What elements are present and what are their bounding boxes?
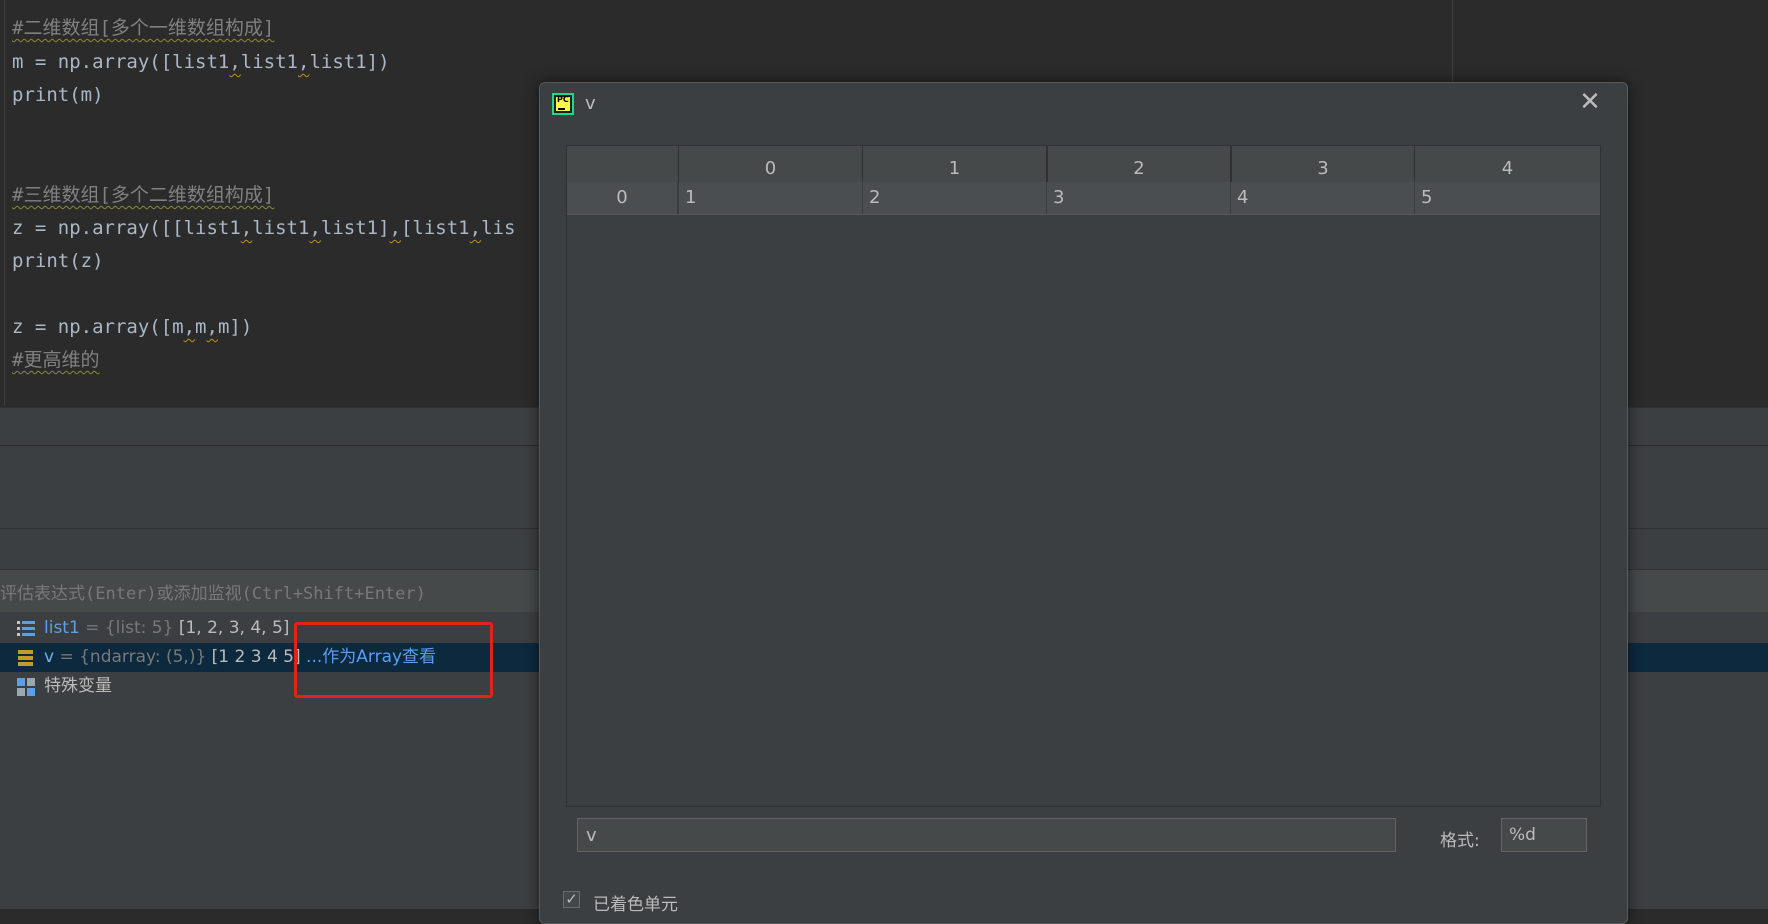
column-header[interactable]: 4 [1414, 146, 1600, 182]
code-line-1[interactable]: #二维数组[多个一维数组构成] [12, 15, 274, 41]
special-vars-icon [17, 678, 35, 696]
code-line-8[interactable]: #更高维的 [12, 347, 99, 373]
code-token: , [389, 217, 401, 239]
code-line-6[interactable]: print(z) [12, 248, 104, 274]
row-header[interactable]: 0 [567, 182, 678, 214]
table-cell[interactable]: 4 [1230, 182, 1414, 214]
column-header[interactable]: 0 [678, 146, 862, 182]
code-token: , [206, 316, 218, 338]
code-token: [list1 [400, 217, 470, 239]
code-token: print(m) [12, 84, 104, 106]
code-token: z = np.array([[list1 [12, 217, 241, 239]
variable-name: list1 [44, 618, 80, 638]
column-header[interactable]: 2 [1046, 146, 1230, 182]
code-token: list1 [252, 217, 310, 239]
code-token: list1] [320, 217, 390, 239]
code-line-3[interactable]: print(m) [12, 82, 104, 108]
ndarray-icon [18, 650, 33, 666]
column-header-row: 0 1 2 3 4 [567, 146, 1600, 183]
editor-gutter-line [4, 0, 5, 405]
table-cell[interactable]: 5 [1414, 182, 1600, 214]
code-token: print(z) [12, 250, 104, 272]
code-token: #更高维的 [12, 349, 100, 371]
slice-expression-input[interactable] [577, 818, 1396, 852]
format-label: 格式: [1440, 831, 1480, 851]
table-row[interactable]: 0 1 2 3 4 5 [567, 182, 1600, 215]
code-token: m]) [217, 316, 253, 338]
code-token: list1]) [309, 51, 390, 73]
table-cell[interactable]: 2 [862, 182, 1046, 214]
code-line-7[interactable]: z = np.array([m,m,m]) [12, 314, 252, 340]
column-header[interactable]: 1 [862, 146, 1046, 182]
code-token: , [298, 51, 310, 73]
code-token: list1 [240, 51, 298, 73]
list-icon [17, 621, 35, 636]
code-token: m [195, 316, 207, 338]
code-line-5[interactable]: z = np.array([[list1,list1,list1],[list1… [12, 215, 515, 241]
code-token: lis [481, 217, 516, 239]
code-token: #三维数组[多个二维数组构成] [12, 184, 275, 206]
colored-cells-label: 已着色单元 [593, 895, 678, 915]
close-icon[interactable]: ✕ [1579, 89, 1601, 115]
column-header[interactable]: 3 [1230, 146, 1414, 182]
code-line-2[interactable]: m = np.array([list1,list1,list1]) [12, 49, 390, 75]
dialog-title: v [585, 93, 596, 114]
code-token: , [469, 217, 482, 239]
code-token: , [309, 217, 321, 239]
code-token: , [240, 217, 253, 239]
code-token: m = np.array([list1 [12, 51, 230, 73]
array-table[interactable]: 0 1 2 3 4 0 1 2 3 4 5 [566, 145, 1601, 807]
pycharm-logo-icon: PC [552, 93, 574, 115]
variable-type: = {list: 5} [79, 618, 179, 638]
highlight-annotation-box [294, 622, 493, 698]
code-token: , [183, 316, 196, 338]
evaluate-hint[interactable]: 评估表达式(Enter)或添加监视(Ctrl+Shift+Enter) [0, 579, 426, 604]
variable-value: [1, 2, 3, 4, 5] [178, 618, 290, 638]
format-input[interactable] [1501, 818, 1587, 852]
code-token: , [229, 51, 241, 73]
colored-cells-checkbox[interactable]: ✓ [563, 891, 580, 908]
table-cell[interactable]: 3 [1046, 182, 1230, 214]
array-view-dialog: PC v ✕ 0 1 2 3 4 0 1 2 3 4 5 格式: ✓ 已着色单元 [539, 82, 1628, 924]
code-token: z = np.array([m [12, 316, 184, 338]
variable-type: = {ndarray: (5,)} [54, 647, 212, 667]
code-token: #二维数组[多个一维数组构成] [12, 17, 275, 39]
variable-name: 特殊变量 [44, 676, 112, 696]
code-line-4[interactable]: #三维数组[多个二维数组构成] [12, 182, 274, 208]
variable-value: [1 2 3 4 5] [211, 647, 301, 667]
table-cell[interactable]: 1 [678, 182, 862, 214]
variable-name: v [44, 647, 55, 667]
